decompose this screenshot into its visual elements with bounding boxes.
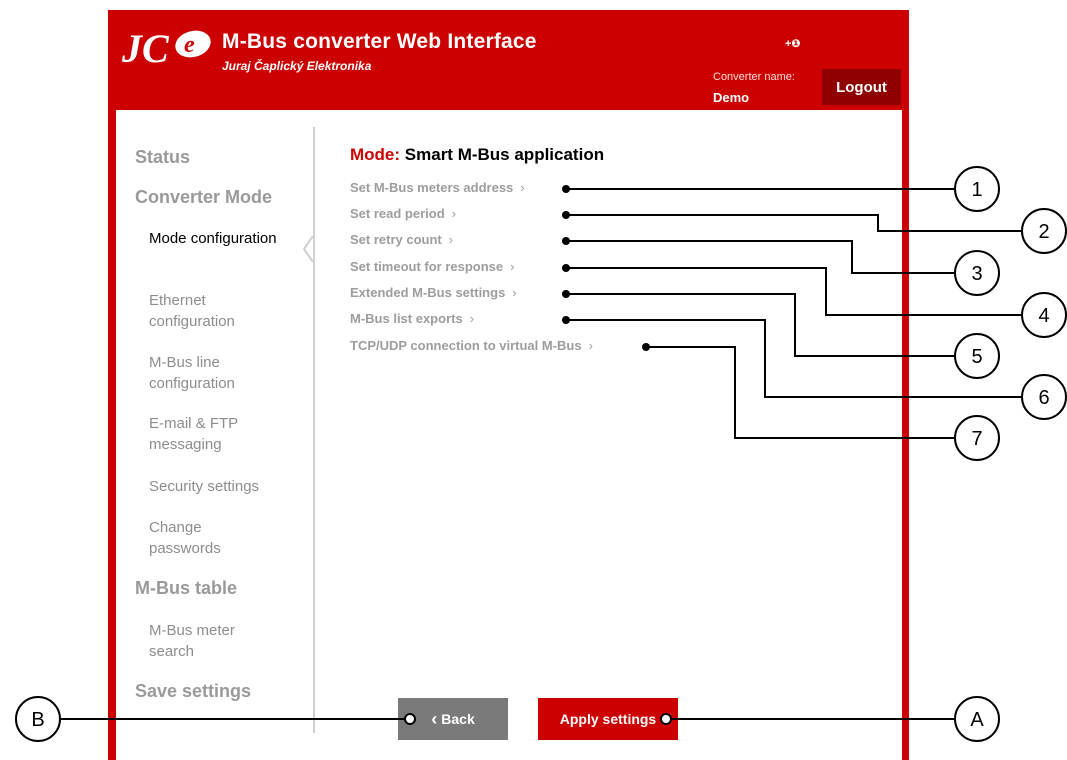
callout-number-5: 5 [971,346,982,368]
callout-dot-6 [562,316,570,324]
callout-leader-5 [566,293,955,357]
callout-dot-5 [562,290,570,298]
callout-number-7: 7 [971,428,982,450]
callout-dot-3 [562,237,570,245]
callout-number-4: 4 [1038,305,1049,327]
callout-leader-2 [566,214,1022,232]
callout-dot-4 [562,264,570,272]
callout-leader-7 [646,346,955,439]
callout-overlay: 1 2 3 4 5 6 7 A B [15,166,1067,742]
callout-dot-2 [562,211,570,219]
callout-number-1: 1 [971,179,982,201]
callout-letter-b: B [31,709,44,731]
callout-dot-a [660,713,672,725]
callout-number-2: 2 [1038,221,1049,243]
callout-dot-7 [642,343,650,351]
callout-dot-b [404,713,416,725]
callout-letter-a: A [970,709,984,731]
callout-dot-1 [562,185,570,193]
callout-number-3: 3 [971,263,982,285]
callout-number-6: 6 [1038,387,1049,409]
